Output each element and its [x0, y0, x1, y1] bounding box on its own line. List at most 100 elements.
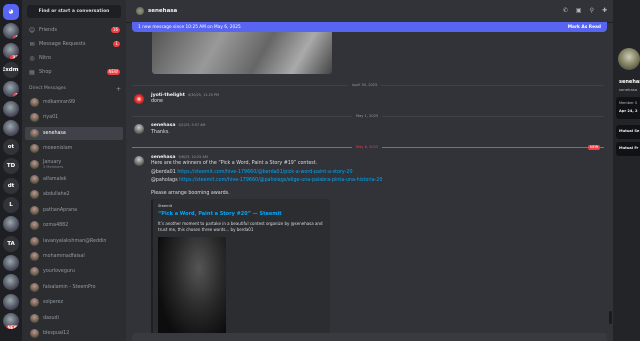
message-avatar[interactable]: [134, 94, 144, 104]
dm-item[interactable]: lavanyalakshman@Reddin: [25, 235, 123, 248]
dm-item[interactable]: abdullahe2: [25, 188, 123, 201]
message-intro: Here are the winners of the “Pick a Word…: [151, 161, 318, 166]
server-icon[interactable]: 2: [3, 81, 19, 98]
server-label: L: [9, 202, 13, 208]
create-dm-plus-icon[interactable]: +: [116, 86, 121, 93]
server-icon[interactable]: TA: [3, 235, 19, 252]
avatar: [30, 298, 39, 308]
mail-icon: ✉: [29, 40, 35, 48]
server-icon[interactable]: [3, 293, 19, 310]
server-icon[interactable]: NEW: [3, 312, 19, 329]
server-icon[interactable]: 4: [3, 23, 19, 40]
server-label: ot: [7, 144, 15, 151]
nav-label: Friends: [39, 27, 57, 33]
member-since-label: Member S: [619, 101, 638, 105]
pin-icon[interactable]: ⚲: [590, 7, 594, 14]
server-label: Exdm.: [3, 66, 19, 73]
video-icon[interactable]: ▣: [576, 7, 582, 14]
mutual-servers-card[interactable]: Mutual Se: [616, 125, 640, 139]
dm-item[interactable]: mdkamran99: [25, 96, 123, 109]
nav-shop[interactable]: ▤ Shop NEW: [25, 66, 123, 78]
dm-text: abdullahe2: [43, 192, 70, 197]
dm-item[interactable]: alfamalek: [25, 173, 123, 186]
winner-1-link[interactable]: https://steemit.com/hive-179660/@berda01…: [177, 170, 352, 175]
home-button[interactable]: ◕: [3, 4, 19, 20]
nav-friends[interactable]: ☺ Friends 16: [25, 24, 123, 36]
dm-item[interactable]: yourloveguru: [25, 265, 123, 278]
dm-name: yourloveguru: [43, 269, 75, 275]
message-author[interactable]: senehasa: [151, 123, 175, 128]
message-jyoti: jyoti-thelight 4/30/25, 11:20 PM done: [132, 93, 602, 107]
nav-badge: NEW: [106, 69, 120, 75]
dm-item[interactable]: faisalamin - SteemPro: [25, 281, 123, 294]
message-avatar[interactable]: [134, 156, 144, 166]
server-label: dt: [7, 182, 15, 189]
dm-item[interactable]: senehasa: [25, 126, 123, 140]
avatar: [30, 144, 39, 154]
profile-username: senehasa: [619, 87, 638, 92]
dm-item[interactable]: blespual12: [25, 327, 123, 340]
server-icon[interactable]: [3, 254, 19, 271]
dm-text: alfamalek: [43, 177, 67, 182]
nav-label: Nitro: [39, 55, 52, 61]
nav-nitro[interactable]: ◎ Nitro: [25, 52, 123, 64]
avatar: [30, 267, 39, 277]
dm-text: January 3 Members: [43, 160, 63, 169]
chat-scrollbar[interactable]: [609, 311, 612, 324]
dm-text: solperez: [43, 300, 63, 305]
embed-title-link[interactable]: “Pick a Word, Paint a Story #20” — Steem…: [158, 211, 282, 217]
embed-description: It’s another moment to partake in a beau…: [158, 221, 323, 232]
dm-item[interactable]: riya01: [25, 111, 123, 124]
dm-text: moeenislam: [43, 146, 72, 151]
profile-avatar[interactable]: [618, 48, 640, 70]
mutual-friends-card[interactable]: Mutual Fr: [616, 142, 640, 156]
message-senehasa-winners: senehasa 5/6/25, 10:25 AM Here are the wi…: [132, 155, 602, 205]
server-icon[interactable]: ot: [3, 139, 19, 156]
server-icon[interactable]: dt: [3, 177, 19, 194]
dm-item[interactable]: ozma4882: [25, 219, 123, 232]
dm-name: dasudi: [43, 315, 59, 321]
dm-sidebar: Find or start a conversation ☺ Friends 16 ✉…: [22, 0, 126, 341]
dm-item[interactable]: moeenislam: [25, 142, 123, 155]
new-messages-bar[interactable]: 1 new message since 10:25 AM on May 6, 2…: [132, 22, 607, 32]
dm-text: pathanAprana: [43, 208, 77, 213]
server-icon[interactable]: [3, 119, 19, 136]
dm-item[interactable]: pathanAprana: [25, 204, 123, 217]
server-label: TD: [6, 163, 16, 170]
dm-name: solperez: [43, 300, 64, 306]
find-conversation-button[interactable]: Find or start a conversation: [27, 5, 121, 18]
dm-item[interactable]: mohammadfaisal: [25, 250, 123, 263]
message-avatar[interactable]: [134, 124, 144, 134]
server-icon[interactable]: L: [3, 197, 19, 213]
server-icon[interactable]: Exdm.: [3, 61, 19, 78]
dm-text: ozma4882: [43, 223, 68, 228]
dm-item[interactable]: solperez: [25, 296, 123, 309]
dm-text: riya01: [43, 115, 58, 120]
phone-icon[interactable]: ✆: [563, 7, 568, 14]
avatar: [30, 128, 39, 138]
server-icon[interactable]: TD: [3, 158, 19, 175]
winner-2-link[interactable]: https://steemit.com/hive-179660/@paholag…: [179, 178, 382, 183]
dm-item[interactable]: January 3 Members: [25, 158, 123, 171]
member-since-card: Member S Apr 24, 2: [616, 97, 640, 119]
mark-as-read-button[interactable]: Mark As Read: [568, 25, 601, 30]
dm-text: lavanyalakshman@Reddin: [43, 239, 106, 244]
shop-icon: ▤: [29, 68, 35, 76]
add-member-icon[interactable]: ✚: [602, 7, 607, 14]
server-icon[interactable]: [3, 100, 19, 117]
chat-header-name: senehasa: [148, 8, 178, 14]
server-icon[interactable]: 32: [3, 42, 19, 59]
avatar: [30, 175, 39, 184]
server-badge: 32: [10, 54, 19, 59]
message-composer[interactable]: [132, 333, 607, 341]
previous-image-attachment[interactable]: [152, 32, 332, 74]
nav-message-requests[interactable]: ✉ Message Requests 1: [25, 38, 123, 50]
nav-badge: 1: [113, 41, 120, 47]
message-author[interactable]: jyoti-thelight: [151, 93, 185, 98]
server-icon[interactable]: [3, 274, 19, 291]
dm-item[interactable]: dasudi: [25, 312, 123, 325]
embed-image[interactable]: [158, 237, 226, 341]
server-icon[interactable]: [3, 216, 19, 233]
winner-line-1: @berda01 https://steemit.com/hive-179660…: [151, 170, 353, 175]
message-author[interactable]: senehasa: [151, 155, 175, 160]
